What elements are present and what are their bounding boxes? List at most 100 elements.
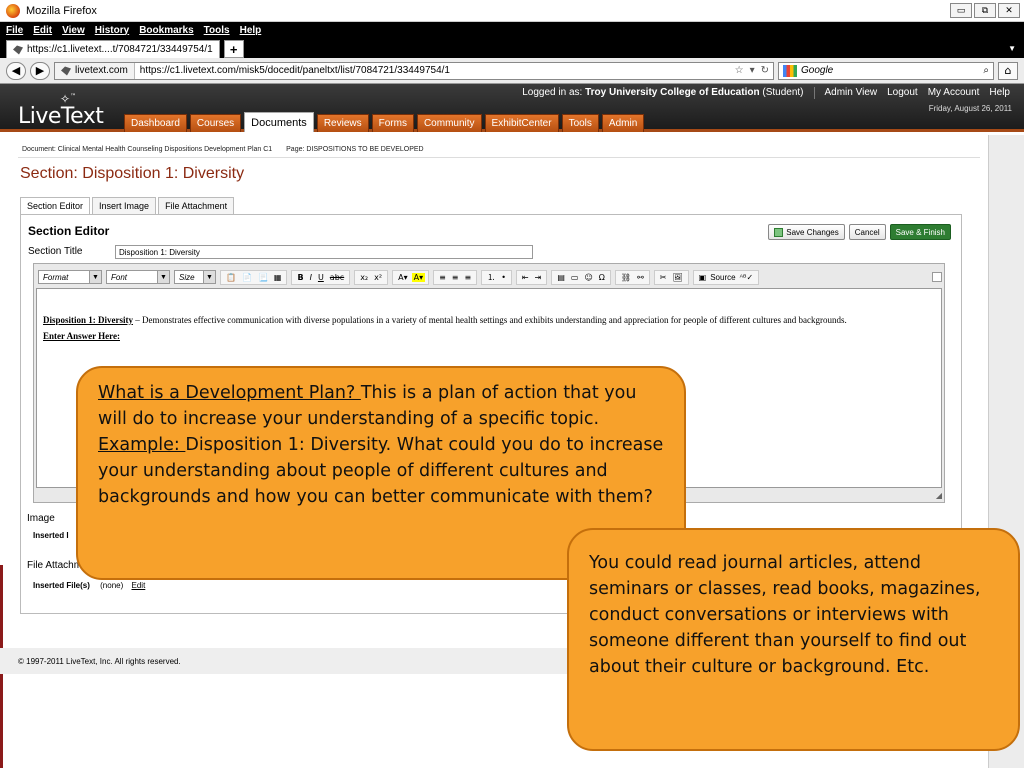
new-tab-button[interactable]: + xyxy=(223,40,244,58)
breadcrumb-page: Page: DISPOSITIONS TO BE DEVELOPED xyxy=(286,146,424,153)
special-char-icon[interactable]: Ω xyxy=(597,273,607,282)
divider xyxy=(813,87,815,99)
tab-section-editor[interactable]: Section Editor xyxy=(20,197,91,214)
underline-icon[interactable]: U xyxy=(316,273,326,282)
format-select[interactable]: Format ▼ xyxy=(38,270,102,284)
help-link[interactable]: Help xyxy=(989,87,1010,99)
back-button[interactable]: ◀ xyxy=(6,61,26,80)
menu-edit[interactable]: Edit xyxy=(33,25,52,36)
nav-tools[interactable]: Tools xyxy=(561,114,599,132)
strikethrough-icon[interactable]: abc xyxy=(328,273,346,282)
menu-view[interactable]: View xyxy=(62,25,85,36)
section-title-label: Section Title xyxy=(28,246,83,257)
image-icon[interactable]: 🖼 xyxy=(670,273,684,282)
nav-documents[interactable]: Documents xyxy=(244,112,314,132)
menu-bookmarks[interactable]: Bookmarks xyxy=(139,25,193,36)
menu-tools[interactable]: Tools xyxy=(204,25,230,36)
tab-list-icon[interactable]: ▼ xyxy=(1008,44,1016,53)
breadcrumb-document: Document: Clinical Mental Health Counsel… xyxy=(22,146,273,153)
paste-word-icon[interactable]: 📃 xyxy=(256,273,270,282)
save-changes-button[interactable]: Save Changes xyxy=(768,224,845,240)
superscript-icon[interactable]: x² xyxy=(372,273,384,282)
dropdown-icon[interactable]: ▾ xyxy=(750,65,755,76)
menu-file[interactable]: File xyxy=(6,25,23,36)
home-button[interactable]: ⌂ xyxy=(998,61,1018,80)
nav-reviews[interactable]: Reviews xyxy=(316,114,369,132)
source-button[interactable]: ▣ Source ᴬᴮ✓ xyxy=(692,269,760,285)
reload-icon[interactable]: ↻ xyxy=(761,65,769,76)
logout-link[interactable]: Logout xyxy=(887,87,918,99)
search-input[interactable]: Google xyxy=(801,65,833,76)
bold-icon[interactable]: B xyxy=(295,273,305,282)
smiley-icon[interactable]: ☺ xyxy=(582,273,594,282)
google-icon[interactable] xyxy=(783,64,797,77)
window-title: Mozilla Firefox xyxy=(26,4,97,17)
save-icon xyxy=(774,227,784,237)
link-tools: ⛓ ⚯ xyxy=(614,269,650,285)
url-bar[interactable]: livetext.com https://c1.livetext.com/mis… xyxy=(54,61,774,80)
browser-tab[interactable]: https://c1.livetext....t/7084721/3344975… xyxy=(6,40,220,58)
align-left-icon[interactable]: ≡ xyxy=(437,273,448,282)
bookmark-star-icon[interactable]: ☆ xyxy=(735,65,744,76)
cancel-button[interactable]: Cancel xyxy=(848,224,886,240)
italic-icon[interactable]: I xyxy=(308,273,314,282)
menu-help[interactable]: Help xyxy=(240,25,262,36)
text-color-icon[interactable]: A▾ xyxy=(396,273,410,282)
subscript-icon[interactable]: x₂ xyxy=(358,273,370,282)
resize-handle-icon[interactable]: ◢ xyxy=(936,491,942,500)
paste-text-icon[interactable]: 📄 xyxy=(240,273,254,282)
menu-history[interactable]: History xyxy=(95,25,129,36)
unlink-icon[interactable]: ⚯ xyxy=(635,273,646,282)
save-and-finish-button[interactable]: Save & Finish xyxy=(889,224,951,240)
url-text[interactable]: https://c1.livetext.com/misk5/docedit/pa… xyxy=(135,65,735,76)
clean-icon[interactable]: ✂ xyxy=(658,273,669,282)
my-account-link[interactable]: My Account xyxy=(928,87,980,99)
page-title: Section: Disposition 1: Diversity xyxy=(20,165,245,182)
livetext-logo[interactable]: LiveText xyxy=(18,104,104,129)
size-select[interactable]: Size ▼ xyxy=(174,270,216,284)
search-bar[interactable]: Google ⌕ xyxy=(778,61,994,80)
editor-tabs: Section Editor Insert Image File Attachm… xyxy=(20,197,235,214)
maximize-icon[interactable]: ⧉ xyxy=(974,3,996,18)
search-icon[interactable]: ⌕ xyxy=(983,65,989,76)
close-icon[interactable]: ✕ xyxy=(998,3,1020,18)
link-icon[interactable]: ⛓ xyxy=(619,273,633,282)
script-tools: x₂ x² xyxy=(354,269,389,285)
callout-answer-text: You could read journal articles, attend … xyxy=(589,553,981,677)
spellcheck-icon[interactable]: ᴬᴮ✓ xyxy=(738,273,756,282)
section-title-input[interactable]: Disposition 1: Diversity xyxy=(115,245,533,259)
indent-icon[interactable]: ⇥ xyxy=(533,273,544,282)
collapse-toolbar-icon[interactable] xyxy=(932,272,942,282)
site-identity-button[interactable]: livetext.com xyxy=(55,62,135,79)
color-tools: A▾ A▾ xyxy=(392,269,430,285)
horizontal-rule-icon[interactable]: ▭ xyxy=(569,273,581,282)
align-center-icon[interactable]: ≡ xyxy=(450,273,461,282)
forward-button[interactable]: ▶ xyxy=(30,61,50,80)
inserted-files-value: (none) xyxy=(100,581,124,590)
bullet-list-icon[interactable]: • xyxy=(499,273,508,282)
tab-insert-image[interactable]: Insert Image xyxy=(92,197,157,214)
table-icon[interactable]: ▦ xyxy=(272,273,284,282)
background-color-icon[interactable]: A▾ xyxy=(411,272,426,282)
account-links: Logged in as: Troy University College of… xyxy=(522,87,1010,99)
window-controls: ▭ ⧉ ✕ xyxy=(950,3,1020,18)
paste-icon[interactable]: 📋 xyxy=(224,273,238,282)
numbered-list-icon[interactable]: ⒈ xyxy=(485,272,497,283)
nav-community[interactable]: Community xyxy=(416,114,482,132)
tab-file-attachment[interactable]: File Attachment xyxy=(158,197,235,214)
edit-files-link[interactable]: Edit xyxy=(132,581,146,590)
nav-admin[interactable]: Admin xyxy=(601,114,645,132)
minimize-icon[interactable]: ▭ xyxy=(950,3,972,18)
nav-dashboard[interactable]: Dashboard xyxy=(124,114,187,132)
admin-view-link[interactable]: Admin View xyxy=(825,87,878,99)
nav-courses[interactable]: Courses xyxy=(189,114,242,132)
outdent-icon[interactable]: ⇤ xyxy=(520,273,531,282)
align-right-icon[interactable]: ≡ xyxy=(463,273,474,282)
nav-exhibitcenter[interactable]: ExhibitCenter xyxy=(484,114,559,132)
menu-bar: File Edit View History Bookmarks Tools H… xyxy=(0,22,1024,38)
font-select[interactable]: Font ▼ xyxy=(106,270,170,284)
nav-forms[interactable]: Forms xyxy=(371,114,414,132)
firefox-icon xyxy=(6,3,20,18)
inserted-files-label: Inserted File(s) xyxy=(33,581,90,590)
insert-table-icon[interactable]: ▤ xyxy=(555,273,567,282)
